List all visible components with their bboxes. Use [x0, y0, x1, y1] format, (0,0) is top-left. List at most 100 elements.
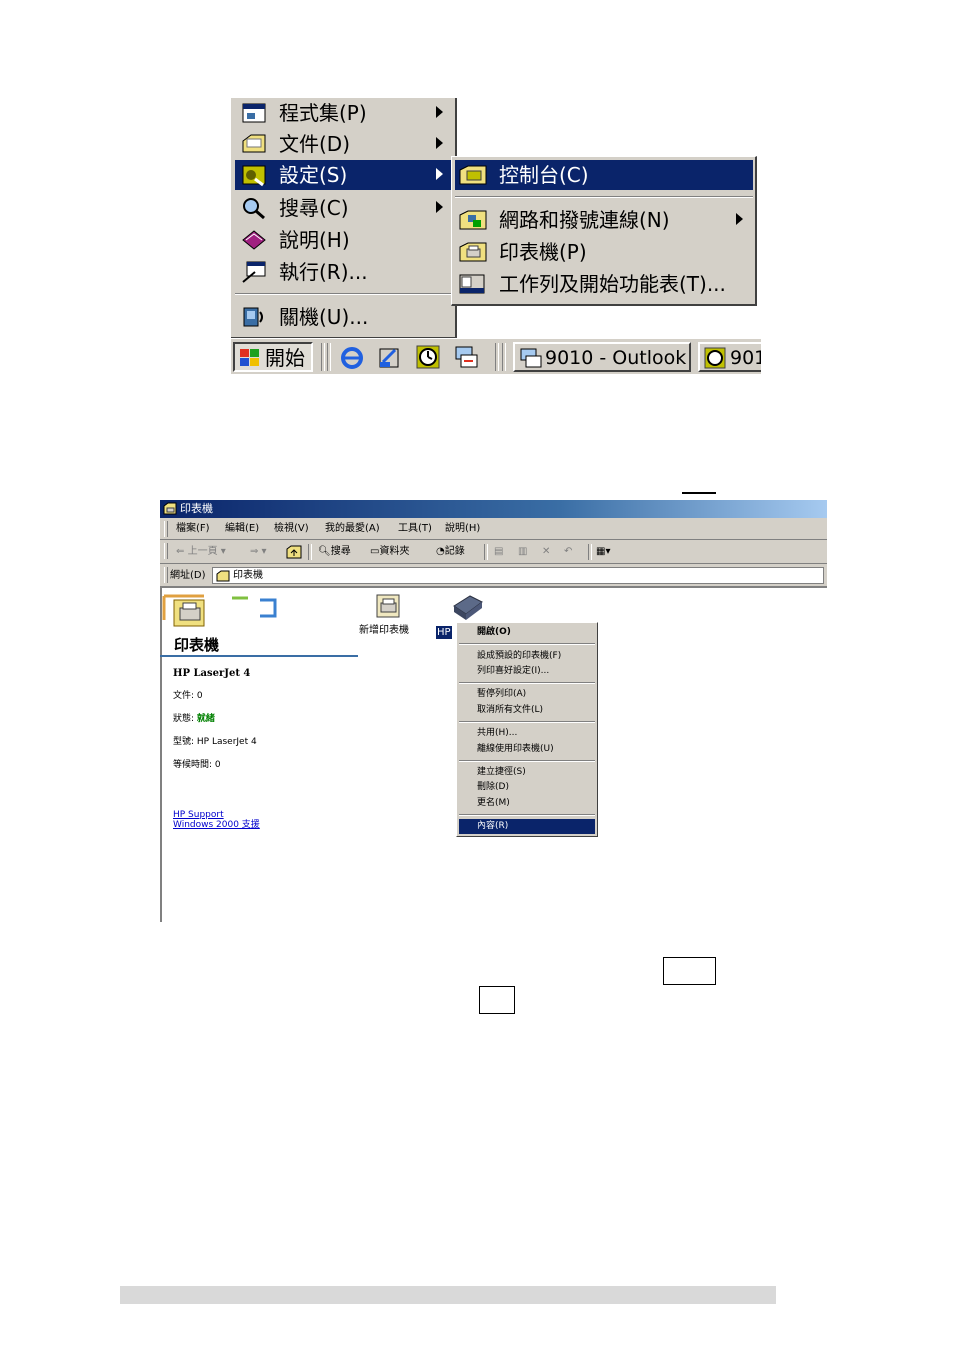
context-item-delete[interactable]: 刪除(D): [459, 780, 595, 795]
clock-app-icon: [704, 347, 726, 369]
outlook-express-icon[interactable]: [377, 344, 403, 370]
address-value: 印表機: [233, 570, 263, 581]
printer-wait-time: 等候時間: 0: [173, 760, 221, 770]
taskbar: 開始 9010 - Outlook ... 901: [231, 338, 761, 374]
toolbar-separator: [308, 544, 312, 560]
history-icon: ◔: [436, 546, 445, 557]
printers-folder-icon: [163, 502, 177, 515]
printer-context-menu: 開啟(O) 設成預設的印表機(F) 列印喜好設定(I)... 暫停列印(A) 取…: [456, 622, 598, 837]
start-item-search[interactable]: 搜尋(C): [235, 193, 453, 223]
dropdown-icon: ▾: [220, 546, 226, 557]
context-item-label: 共用(H)...: [477, 728, 518, 738]
control-panel-icon: [459, 165, 487, 185]
toolbar: ⇐ 上一頁 ▾ ⇒ ▾ 🔍︎搜尋 ▭資料夾 ◔記錄 ▤ ▥ ✕ ↶ ▦▾: [160, 540, 827, 564]
start-item-label: 設定(S): [279, 163, 348, 187]
settings-icon: [242, 165, 266, 187]
context-item-set-default[interactable]: 設成預設的印表機(F): [459, 649, 595, 664]
submenu-item-printers[interactable]: 印表機(P): [455, 237, 753, 267]
context-item-create-shortcut[interactable]: 建立捷徑(S): [459, 765, 595, 780]
submenu-item-control-panel[interactable]: 控制台(C): [455, 160, 753, 190]
context-item-label: 設成預設的印表機(F): [477, 651, 562, 661]
context-item-open[interactable]: 開啟(O): [459, 625, 595, 640]
taskbar-task-label: 901: [730, 347, 761, 369]
empty-box: [479, 986, 515, 1014]
window-border: [160, 588, 162, 922]
start-item-run[interactable]: 執行(R)...: [235, 257, 453, 287]
undo-icon[interactable]: ↶: [564, 545, 572, 559]
sync-icon[interactable]: [453, 344, 479, 370]
hp-printer-label: HP: [436, 626, 452, 639]
context-item-cancel-all[interactable]: 取消所有文件(L): [459, 703, 595, 718]
start-item-help[interactable]: 說明(H): [235, 225, 453, 255]
pane-divider: [160, 655, 358, 657]
forward-button[interactable]: ⇒ ▾: [250, 545, 267, 559]
views-icon[interactable]: ▦▾: [596, 545, 610, 559]
toolbar-grip[interactable]: [164, 567, 168, 583]
folders-button[interactable]: ▭資料夾: [370, 545, 409, 559]
window-title: 印表機: [180, 502, 213, 515]
menu-tools[interactable]: 工具(T): [398, 522, 432, 536]
forward-arrow-icon: ⇒ ▾: [250, 546, 267, 557]
menu-separator: [459, 814, 595, 816]
menu-separator: [459, 721, 595, 723]
menu-file[interactable]: 檔案(F): [176, 522, 210, 536]
start-button-label: 開始: [265, 346, 305, 370]
menu-separator: [459, 760, 595, 762]
taskbar-task-clock[interactable]: 901: [698, 342, 761, 372]
back-button[interactable]: ⇐ 上一頁 ▾: [176, 545, 226, 559]
printer-model: 型號: HP LaserJet 4: [173, 737, 257, 747]
delete-icon[interactable]: ✕: [542, 545, 550, 559]
context-item-pause-printing[interactable]: 暫停列印(A): [459, 687, 595, 702]
menu-edit[interactable]: 編輯(E): [225, 522, 259, 536]
windows-logo-icon: [240, 349, 259, 366]
toolbar-grip[interactable]: [164, 521, 168, 537]
shutdown-icon: [243, 307, 263, 327]
taskbar-task-outlook[interactable]: 9010 - Outlook ...: [513, 342, 691, 372]
submenu-item-taskbar[interactable]: 工作列及開始功能表(T)...: [455, 269, 753, 299]
window-titlebar[interactable]: 印表機: [160, 500, 827, 518]
clock-app-icon[interactable]: [415, 344, 441, 370]
start-item-label: 執行(R)...: [279, 260, 368, 284]
start-item-settings[interactable]: 設定(S): [235, 160, 453, 190]
start-button[interactable]: 開始: [233, 342, 313, 372]
add-printer-item[interactable]: 新增印表機: [359, 593, 430, 637]
help-book-icon: [242, 230, 266, 250]
start-item-programs[interactable]: 程式集(P): [235, 98, 453, 128]
context-item-label: 開啟(O): [477, 627, 511, 637]
context-item-label: 刪除(D): [477, 782, 509, 792]
menu-help[interactable]: 說明(H): [445, 522, 480, 536]
context-item-rename[interactable]: 更名(M): [459, 796, 595, 811]
submenu-item-label: 控制台(C): [499, 163, 589, 187]
submenu-item-label: 工作列及開始功能表(T)...: [499, 272, 726, 296]
toolbar-grip[interactable]: [164, 543, 168, 559]
start-item-label: 關機(U)...: [279, 305, 369, 329]
history-button[interactable]: ◔記錄: [436, 545, 465, 559]
submenu-item-network[interactable]: 網路和撥號連線(N): [455, 205, 753, 235]
move-to-icon[interactable]: ▤: [494, 545, 503, 559]
submenu-item-label: 印表機(P): [499, 240, 587, 264]
printer-name: HP LaserJet 4: [173, 668, 251, 679]
back-label: 上一頁: [187, 546, 218, 557]
menu-favorites[interactable]: 我的最愛(A): [325, 522, 380, 536]
context-item-properties[interactable]: 內容(R): [459, 819, 595, 834]
printer-status: 狀態: 就緒: [173, 713, 215, 725]
start-item-documents[interactable]: 文件(D): [235, 129, 453, 159]
submenu-item-label: 網路和撥號連線(N): [499, 208, 670, 232]
submenu-arrow-icon: [436, 201, 443, 213]
internet-explorer-icon[interactable]: [339, 344, 365, 370]
menu-view[interactable]: 檢視(V): [274, 522, 309, 536]
settings-submenu: 控制台(C) 網路和撥號連線(N) 印表機(P) 工作列及開始功能表(T)...: [451, 156, 757, 306]
up-folder-icon[interactable]: [286, 545, 302, 559]
search-button[interactable]: 🔍︎搜尋: [318, 545, 351, 559]
back-arrow-icon: ⇐: [176, 546, 185, 557]
context-item-sharing[interactable]: 共用(H)...: [459, 726, 595, 741]
address-input[interactable]: 印表機: [212, 567, 824, 584]
windows-2000-support-link[interactable]: Windows 2000 支援: [173, 820, 260, 831]
start-item-shutdown[interactable]: 關機(U)...: [235, 302, 453, 332]
start-item-label: 程式集(P): [279, 101, 367, 125]
start-item-label: 說明(H): [279, 228, 350, 252]
copy-to-icon[interactable]: ▥: [518, 545, 527, 559]
context-item-use-offline[interactable]: 離線使用印表機(U): [459, 742, 595, 757]
search-icon: 🔍︎: [318, 546, 331, 557]
context-item-printing-preferences[interactable]: 列印喜好設定(I)...: [459, 664, 595, 679]
